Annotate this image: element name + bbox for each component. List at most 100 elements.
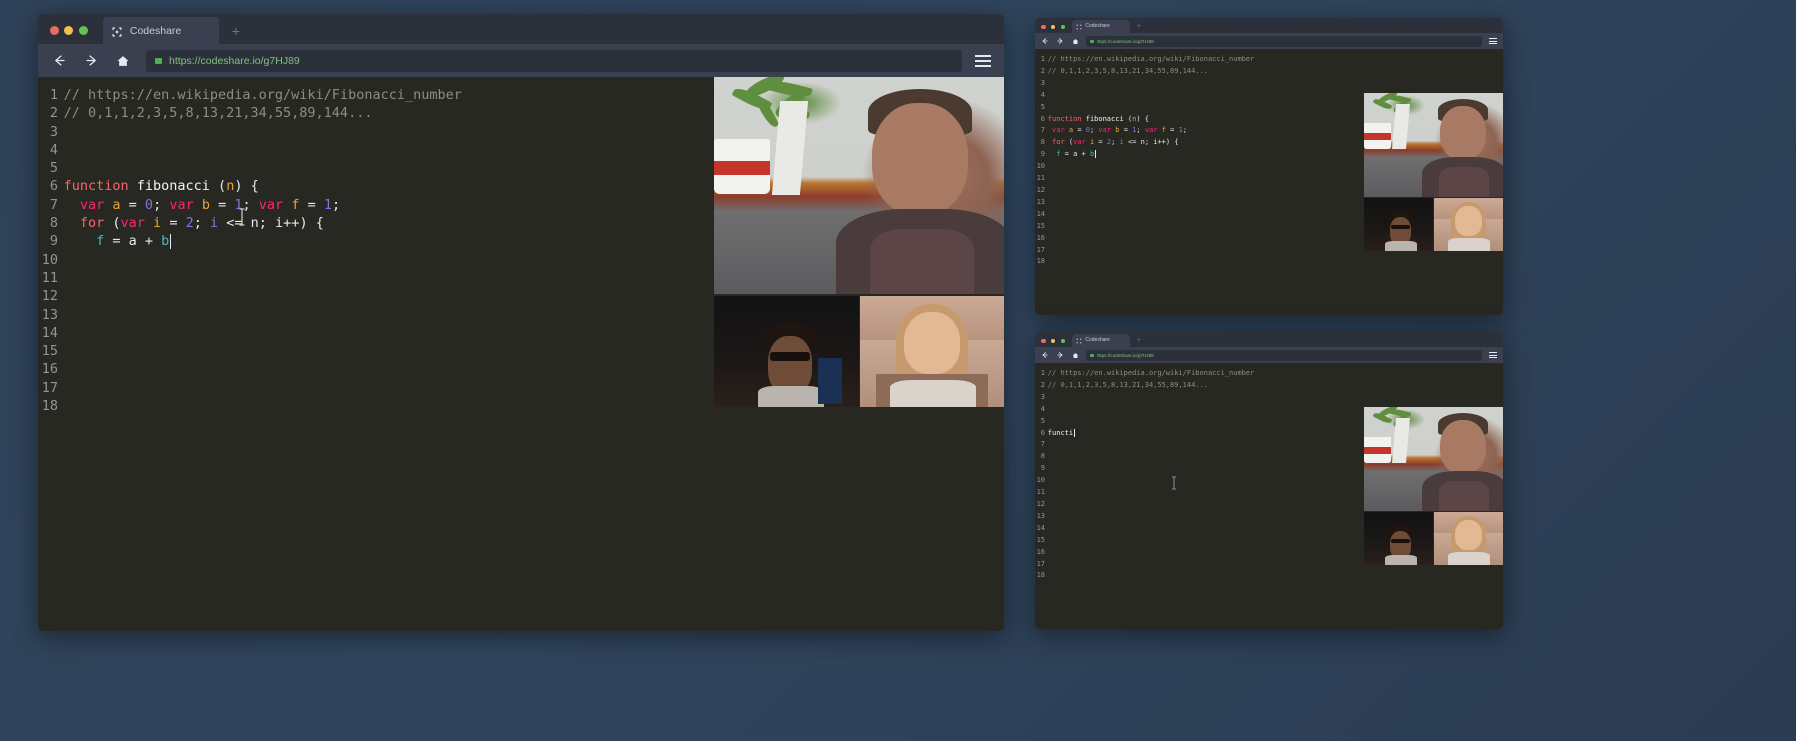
code-text: f = a + b (96, 233, 172, 250)
line-number: 6 (1040, 428, 1045, 437)
line-number: 12 (1036, 499, 1045, 508)
participant-peer2-video[interactable] (860, 296, 1004, 407)
participant-peer1-video[interactable] (1364, 512, 1433, 565)
address-bar[interactable]: https://codeshare.io/g7HJ89 (146, 49, 962, 72)
line-number: 15 (1036, 535, 1045, 544)
main-tabbar: Codeshare + (38, 14, 1004, 44)
line-number: 14 (41, 324, 58, 341)
back-button[interactable] (1038, 35, 1052, 47)
close-window-button[interactable] (50, 26, 59, 35)
line-number: 2 (1040, 380, 1045, 389)
maximize-window-button[interactable] (1060, 338, 1066, 343)
peer-browser-window-top[interactable]: Codeshare + https://codeshare.io/g7HJ89 … (1035, 18, 1503, 315)
hamburger-menu-icon[interactable] (972, 50, 994, 72)
line-number: 13 (1036, 197, 1045, 206)
code-line[interactable]: 1// https://en.wikipedia.org/wiki/Fibona… (1035, 54, 1503, 66)
code-text: function fibonacci (n) { (1047, 114, 1149, 123)
forward-button[interactable] (76, 49, 106, 73)
participant-main-video[interactable] (1364, 93, 1503, 197)
line-number: 6 (1040, 114, 1045, 123)
participant-main-video[interactable] (1364, 407, 1503, 511)
line-number: 9 (49, 233, 58, 250)
new-tab-button[interactable]: + (219, 17, 253, 44)
maximize-window-button[interactable] (1060, 24, 1066, 29)
mouse-text-cursor-main (238, 208, 245, 226)
close-window-button[interactable] (1041, 24, 1046, 29)
tab-codeshare[interactable]: Codeshare (102, 17, 219, 44)
peer-bottom-code-editor[interactable]: 1// https://en.wikipedia.org/wiki/Fibona… (1035, 363, 1503, 629)
tab-title: Codeshare (1085, 23, 1110, 30)
peer-browser-window-bottom[interactable]: Codeshare + https://codeshare.io/g7HJ89 … (1035, 332, 1503, 629)
forward-button[interactable] (1053, 35, 1067, 47)
back-button[interactable] (1038, 349, 1052, 361)
line-number: 1 (49, 87, 58, 103)
line-number: 10 (1036, 162, 1045, 171)
lock-icon (1090, 353, 1094, 357)
forward-button[interactable] (1053, 349, 1067, 361)
line-number: 7 (49, 196, 58, 213)
minimize-window-button[interactable] (1050, 338, 1056, 343)
maximize-window-button[interactable] (78, 26, 88, 35)
participant-main-video[interactable] (714, 77, 1004, 294)
home-button[interactable] (1068, 35, 1082, 47)
minimize-window-button[interactable] (1050, 24, 1056, 29)
line-number: 14 (1036, 523, 1045, 532)
hamburger-menu-icon[interactable] (1487, 350, 1498, 361)
line-number: 3 (1040, 78, 1045, 87)
peer-bottom-video-panel (1364, 407, 1503, 565)
tab-title: Codeshare (1085, 337, 1110, 344)
code-text: // 0,1,1,2,3,5,8,13,21,34,55,89,144... (1047, 380, 1208, 389)
code-line[interactable]: 2// 0,1,1,2,3,5,8,13,21,34,55,89,144... (1035, 66, 1503, 78)
main-browser-window[interactable]: Codeshare + https://codeshare.io/g7HJ89 … (38, 14, 1004, 631)
line-number: 16 (1036, 233, 1045, 242)
new-tab-button[interactable]: + (1130, 334, 1147, 348)
code-line[interactable]: 2// 0,1,1,2,3,5,8,13,21,34,55,89,144... (1035, 380, 1503, 392)
line-number: 10 (1036, 476, 1045, 485)
home-button[interactable] (108, 49, 138, 73)
line-number: 8 (1040, 452, 1045, 461)
participant-peer2-video[interactable] (1434, 198, 1503, 251)
hamburger-menu-icon[interactable] (1487, 36, 1498, 47)
plant-pot-stripe (1364, 447, 1391, 454)
code-line[interactable]: 18 (1035, 570, 1503, 582)
main-code-editor[interactable]: 1 // https://en.wikipedia.org/wiki/Fibona… (38, 77, 1004, 631)
line-number: 4 (1040, 90, 1045, 99)
code-text: // https://en.wikipedia.org/wiki/Fibonac… (1047, 369, 1255, 377)
line-number: 10 (41, 251, 58, 268)
peer-bottom-navbar: https://codeshare.io/g7HJ89 (1035, 347, 1503, 363)
code-line[interactable]: 3 (1035, 78, 1503, 90)
participant-peer1-video[interactable] (714, 296, 859, 407)
code-text: // 0,1,1,2,3,5,8,13,21,34,55,89,144... (63, 105, 373, 122)
code-line[interactable]: 1// https://en.wikipedia.org/wiki/Fibona… (1035, 368, 1503, 380)
video-call-panel (714, 77, 1004, 407)
line-number: 7 (1040, 126, 1045, 135)
text-caret (1095, 150, 1097, 159)
line-number: 5 (1040, 102, 1045, 111)
participant-peer2-video[interactable] (1434, 512, 1503, 565)
text-cursor-ibeam (1171, 476, 1176, 490)
codeshare-logo-icon (111, 25, 123, 37)
code-text: for (var i = 2; i <= n; i++) { (1052, 138, 1179, 147)
line-number: 8 (49, 215, 58, 232)
code-line[interactable]: 18 (1035, 256, 1503, 268)
code-line[interactable]: 3 (1035, 392, 1503, 404)
address-bar[interactable]: https://codeshare.io/g7HJ89 (1086, 35, 1482, 47)
line-number: 16 (1036, 547, 1045, 556)
minimize-window-button[interactable] (64, 26, 74, 35)
back-button[interactable] (44, 49, 74, 73)
tab-codeshare[interactable]: Codeshare (1072, 333, 1131, 347)
line-number: 7 (1040, 440, 1045, 449)
code-text: functi (1047, 428, 1076, 437)
address-bar[interactable]: https://codeshare.io/g7HJ89 (1086, 349, 1482, 361)
peer-top-code-editor[interactable]: 1// https://en.wikipedia.org/wiki/Fibona… (1035, 49, 1503, 315)
participant-peer1-video[interactable] (1364, 198, 1433, 251)
text-caret (1074, 428, 1076, 437)
window-traffic-lights[interactable] (50, 26, 88, 35)
line-number: 15 (1036, 221, 1045, 230)
peer-bottom-traffic-lights[interactable] (1041, 338, 1066, 343)
close-window-button[interactable] (1041, 338, 1046, 343)
home-button[interactable] (1068, 349, 1082, 361)
peer-top-traffic-lights[interactable] (1041, 24, 1066, 29)
new-tab-button[interactable]: + (1130, 20, 1147, 34)
tab-codeshare[interactable]: Codeshare (1072, 19, 1131, 33)
